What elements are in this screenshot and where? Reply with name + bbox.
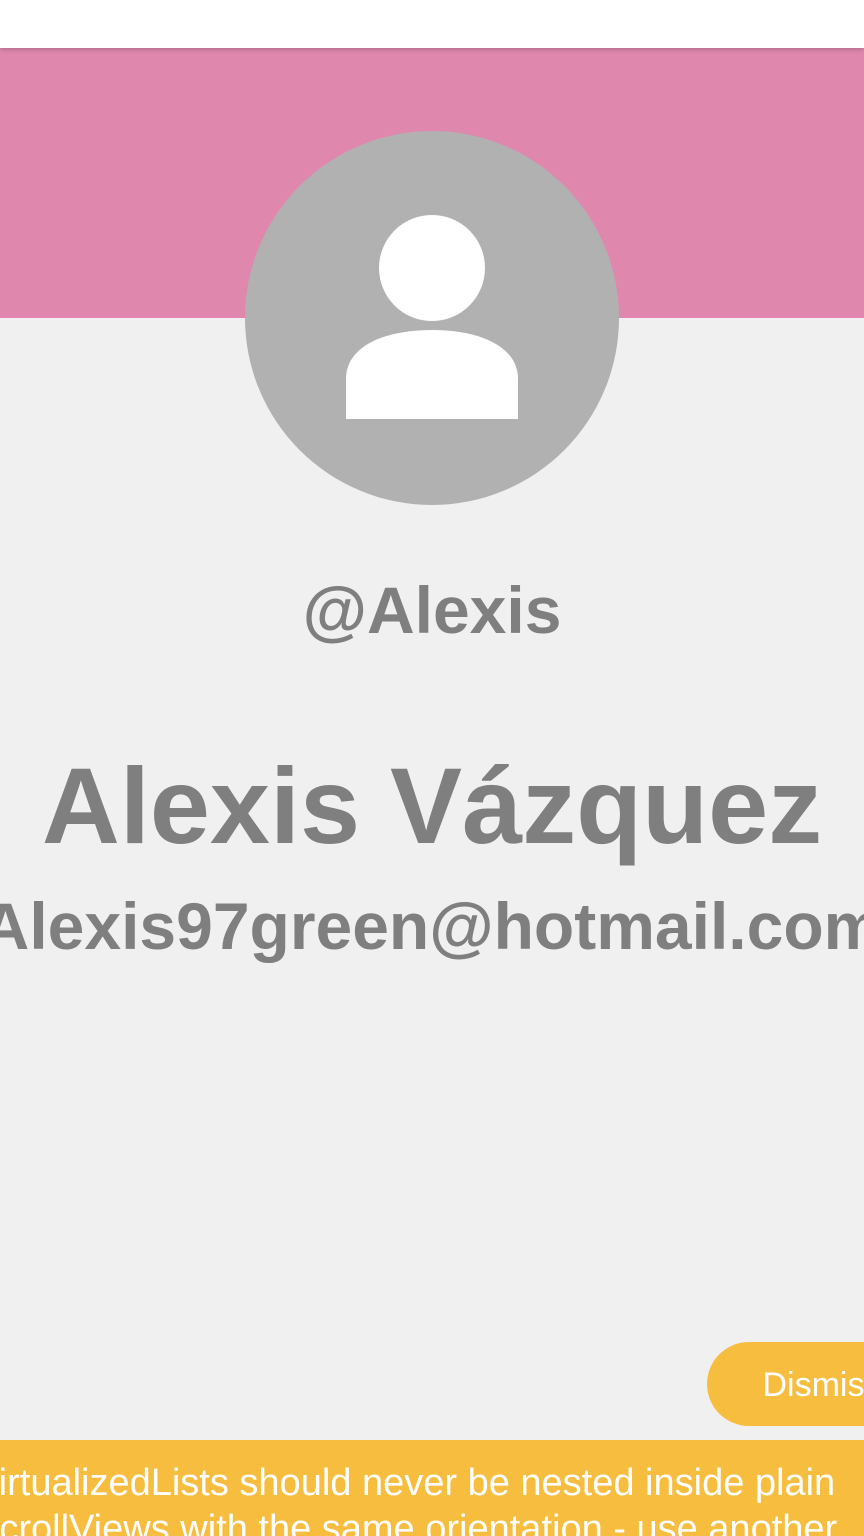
full-name: Alexis Vázquez [41,745,823,866]
warning-message: VirtualizedLists should never be nested … [0,1462,838,1536]
person-icon [346,215,518,419]
top-app-bar [0,0,864,48]
email-text: Alexis97green@hotmail.com [0,889,864,963]
username: @Alexis [302,573,562,647]
warning-box[interactable]: VirtualizedLists should never be nested … [0,1440,864,1536]
avatar [245,131,619,505]
dismiss-button[interactable]: Dismiss [707,1342,864,1426]
email-address: Alexis97green@hotmail.com [0,886,864,966]
